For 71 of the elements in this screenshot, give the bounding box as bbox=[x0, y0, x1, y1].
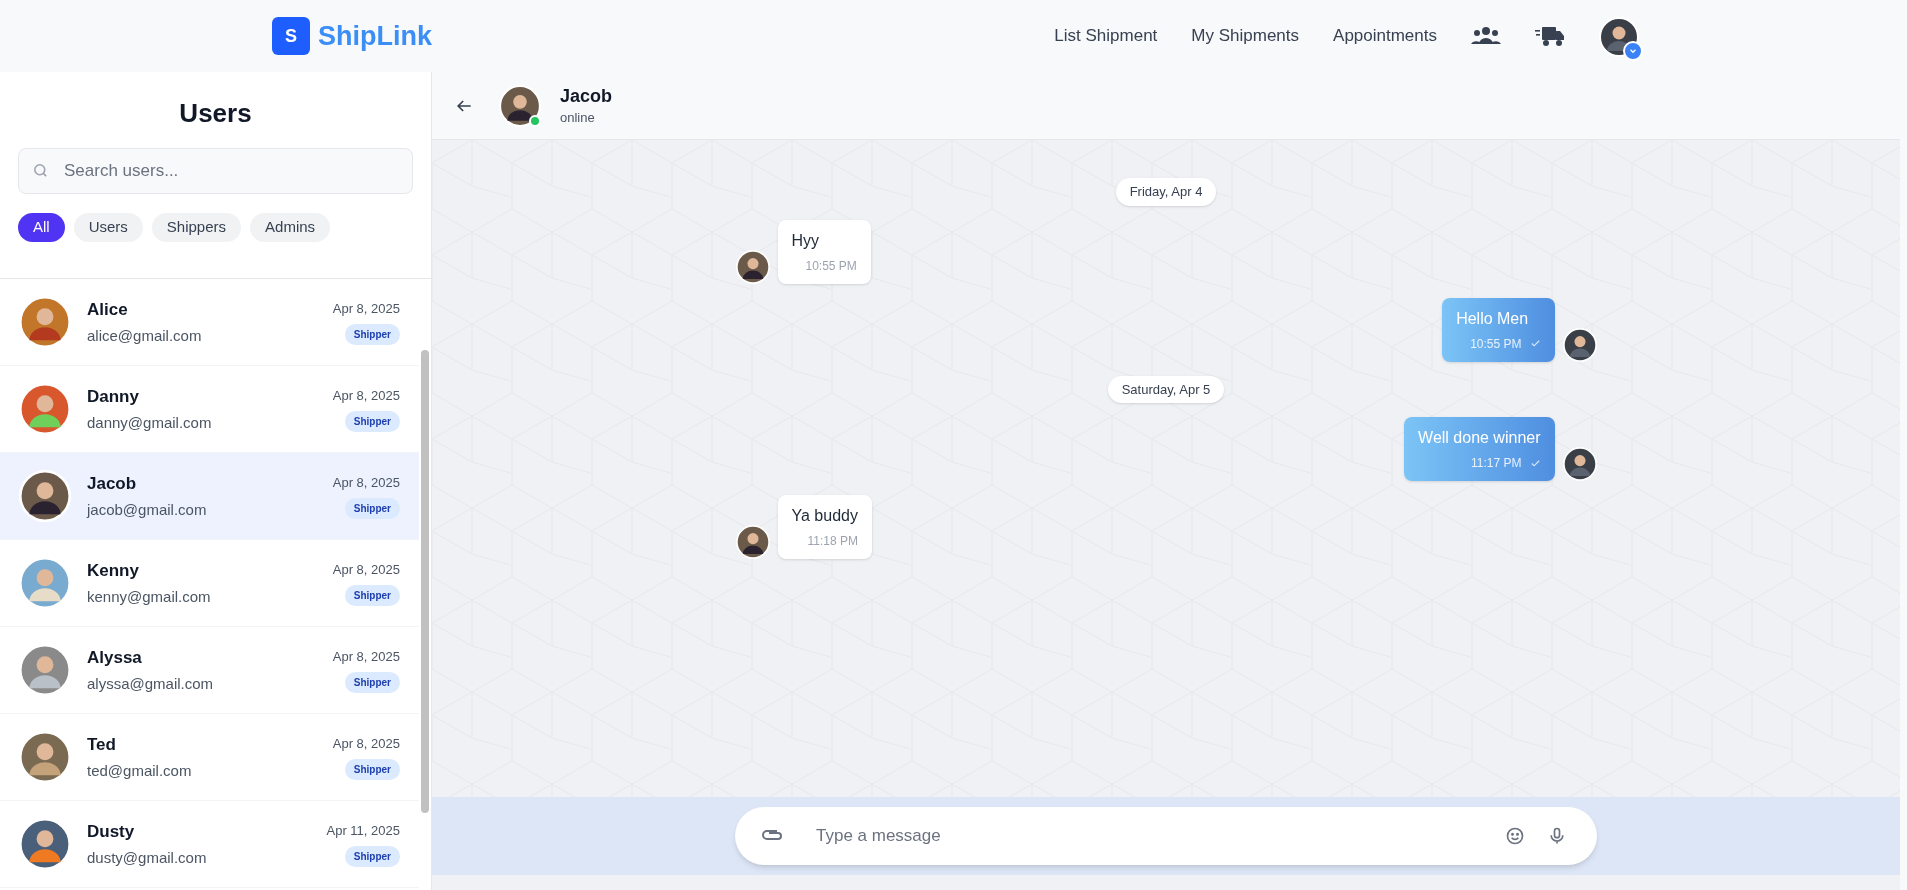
user-name: Dusty bbox=[87, 821, 136, 843]
user-row[interactable]: Jacob jacob@gmail.com Apr 8, 2025 Shipper bbox=[0, 453, 419, 540]
nav-link[interactable]: List Shipment bbox=[1054, 23, 1158, 49]
avatar bbox=[19, 731, 71, 783]
role-badge: Shipper bbox=[344, 323, 400, 345]
user-date: Apr 11, 2025 bbox=[326, 822, 400, 841]
user-email: jacob@gmail.com bbox=[87, 499, 208, 520]
role-badge: Shipper bbox=[344, 758, 400, 780]
role-badge: Shipper bbox=[344, 584, 400, 606]
message-time: 10:55 PM bbox=[1470, 335, 1522, 353]
avatar bbox=[735, 249, 770, 284]
user-name: Alyssa bbox=[87, 647, 143, 669]
search-field[interactable]: Search users... bbox=[18, 148, 413, 194]
user-email: alice@gmail.com bbox=[87, 325, 203, 346]
avatar bbox=[19, 470, 71, 522]
message-text: Ya buddy bbox=[791, 506, 858, 526]
filter-chip[interactable]: Users bbox=[73, 213, 143, 242]
message-text: Hello Men bbox=[1456, 308, 1529, 329]
avatar bbox=[735, 525, 770, 559]
avatar bbox=[19, 644, 71, 696]
check-icon bbox=[1529, 338, 1541, 349]
user-email: danny@gmail.com bbox=[87, 412, 213, 433]
message-time: 11:17 PM bbox=[1471, 455, 1522, 472]
avatar bbox=[19, 818, 71, 870]
filter-chip[interactable]: Admins bbox=[250, 213, 331, 242]
user-date: Apr 8, 2025 bbox=[332, 735, 400, 754]
user-date: Apr 8, 2025 bbox=[332, 561, 400, 580]
avatar bbox=[19, 557, 71, 609]
nav-link[interactable]: My Shipments bbox=[1191, 23, 1300, 49]
user-email: alyssa@gmail.com bbox=[87, 673, 215, 694]
emoji-icon[interactable] bbox=[1505, 826, 1525, 846]
nav-link[interactable]: Appointments bbox=[1333, 23, 1437, 49]
filter-chip[interactable]: All bbox=[18, 213, 65, 242]
avatar bbox=[1562, 327, 1597, 362]
user-email: ted@gmail.com bbox=[87, 760, 193, 781]
role-badge: Shipper bbox=[344, 845, 400, 867]
search-icon bbox=[32, 162, 49, 179]
avatar bbox=[1562, 447, 1597, 481]
filter-chip[interactable]: Shippers bbox=[151, 213, 242, 242]
message-time: 10:55 PM bbox=[805, 257, 857, 275]
message-field[interactable]: Type a message bbox=[735, 807, 1597, 865]
user-date: Apr 8, 2025 bbox=[332, 387, 400, 406]
truck-icon[interactable] bbox=[1535, 24, 1565, 48]
users-group-icon[interactable] bbox=[1471, 25, 1501, 47]
sidebar-title: Users bbox=[178, 97, 253, 130]
logo-badge: S bbox=[272, 17, 310, 55]
user-name: Danny bbox=[87, 386, 140, 408]
message-text: Well done winner bbox=[1418, 428, 1541, 448]
role-badge: Shipper bbox=[344, 671, 400, 693]
date-separator: Friday, Apr 4 bbox=[1115, 178, 1217, 206]
user-name: Kenny bbox=[87, 560, 140, 582]
user-date: Apr 8, 2025 bbox=[332, 474, 400, 493]
user-email: kenny@gmail.com bbox=[87, 586, 212, 607]
role-badge: Shipper bbox=[344, 410, 400, 432]
microphone-icon[interactable] bbox=[1547, 825, 1567, 847]
user-name: Ted bbox=[87, 734, 117, 756]
avatar bbox=[499, 84, 541, 127]
user-email: dusty@gmail.com bbox=[87, 847, 208, 868]
user-name: Alice bbox=[87, 299, 129, 321]
contact-status: online bbox=[560, 108, 596, 127]
role-badge: Shipper bbox=[344, 497, 400, 519]
user-date: Apr 8, 2025 bbox=[332, 648, 400, 667]
user-name: Jacob bbox=[87, 473, 138, 495]
check-icon bbox=[1529, 457, 1541, 469]
avatar bbox=[19, 383, 71, 435]
user-date: Apr 8, 2025 bbox=[332, 300, 400, 319]
message-text: Hyy bbox=[791, 230, 820, 251]
contact-name: Jacob bbox=[560, 84, 613, 108]
avatar bbox=[19, 296, 71, 348]
scrollbar[interactable] bbox=[421, 350, 429, 813]
message-time: 11:18 PM bbox=[807, 533, 858, 550]
